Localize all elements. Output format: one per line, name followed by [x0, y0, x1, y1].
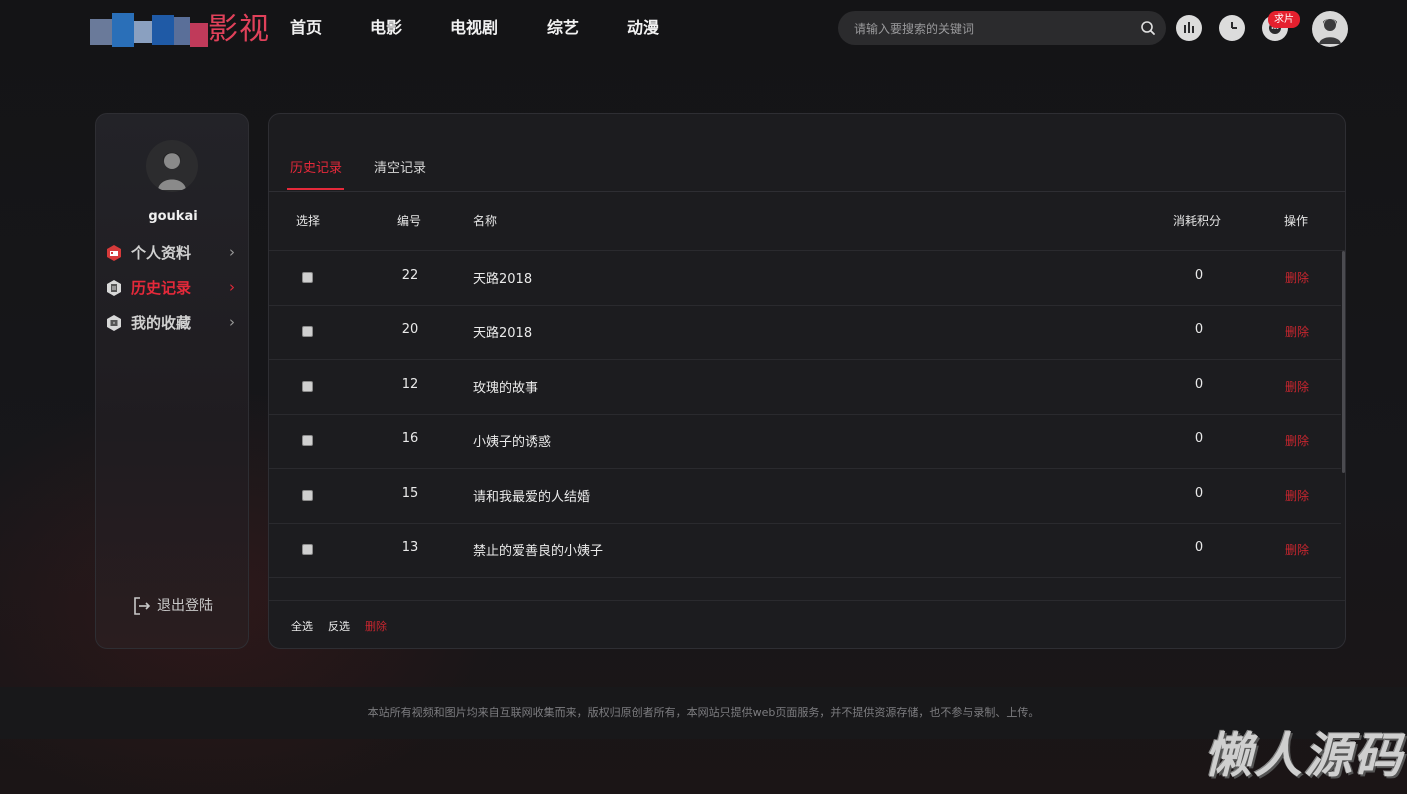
select-all-button[interactable]: 全选	[291, 618, 313, 634]
logo-text: 影视	[208, 12, 270, 47]
row-points: 0	[1194, 268, 1204, 283]
search-box	[838, 11, 1166, 47]
id-card-icon	[107, 245, 121, 261]
column-header-action: 操作	[1284, 214, 1309, 228]
chevron-right-icon: ›	[229, 278, 235, 296]
row-id: 20	[401, 322, 419, 337]
row-points: 0	[1194, 377, 1204, 392]
table-row: 20 天路2018 0 删除	[269, 305, 1341, 360]
tab-bar: 历史记录 清空记录	[269, 114, 1345, 192]
row-title[interactable]: 禁止的爱善良的小姨子	[473, 540, 603, 559]
table-row: 13 禁止的爱善良的小姨子 0 删除	[269, 523, 1341, 578]
nav-anime[interactable]: 动漫	[627, 16, 659, 40]
row-points: 0	[1194, 322, 1204, 337]
request-badge[interactable]: 求片	[1268, 11, 1300, 28]
chevron-right-icon: ›	[229, 243, 235, 261]
row-id: 13	[401, 540, 419, 555]
nav-home[interactable]: 首页	[290, 16, 322, 40]
profile-avatar	[146, 140, 198, 192]
search-icon[interactable]	[1140, 20, 1156, 36]
chevron-right-icon: ›	[229, 313, 235, 331]
user-avatar[interactable]	[1312, 11, 1348, 47]
tab-history[interactable]: 历史记录	[290, 157, 342, 176]
row-points: 0	[1194, 486, 1204, 501]
favorites-icon	[107, 315, 121, 331]
nav-variety[interactable]: 综艺	[547, 16, 579, 40]
column-header-select: 选择	[296, 214, 321, 228]
sidebar-item-favorites[interactable]: 我的收藏 ›	[105, 311, 245, 335]
row-checkbox[interactable]	[302, 381, 313, 392]
column-header-name: 名称	[473, 214, 498, 228]
sidebar-item-label: 个人资料	[131, 244, 192, 262]
row-checkbox[interactable]	[302, 272, 313, 283]
invert-selection-button[interactable]: 反选	[328, 618, 350, 634]
row-id: 15	[401, 486, 419, 501]
table-row: 16 小姨子的诱惑 0 删除	[269, 414, 1341, 469]
row-points: 0	[1194, 540, 1204, 555]
history-doc-icon	[107, 280, 121, 296]
row-title[interactable]: 请和我最爱的人结婚	[473, 486, 590, 505]
search-input[interactable]	[852, 11, 1126, 47]
table-row: 15 请和我最爱的人结婚 0 删除	[269, 469, 1341, 524]
table-row: 22 天路2018 0 删除	[269, 251, 1341, 306]
history-clock-icon[interactable]	[1219, 15, 1245, 41]
row-checkbox[interactable]	[302, 544, 313, 555]
sidebar-item-profile[interactable]: 个人资料 ›	[105, 241, 245, 265]
row-points: 0	[1194, 431, 1204, 446]
row-checkbox[interactable]	[302, 490, 313, 501]
column-header-id: 编号	[397, 214, 422, 228]
top-header: 影视 首页 电影 电视剧 综艺 动漫 求	[0, 0, 1407, 58]
sidebar-item-history[interactable]: 历史记录 ›	[105, 276, 245, 300]
nav-tv-series[interactable]: 电视剧	[450, 16, 498, 40]
row-delete-button[interactable]: 删除	[1285, 269, 1309, 286]
row-title[interactable]: 天路2018	[473, 268, 532, 287]
active-tab-indicator	[287, 188, 344, 190]
watermark-text: 懒人源码	[1204, 728, 1405, 784]
sidebar-item-label: 我的收藏	[131, 314, 192, 332]
username: goukai	[148, 209, 198, 224]
logout-icon	[134, 597, 151, 615]
row-id: 12	[401, 377, 419, 392]
row-delete-button[interactable]: 删除	[1285, 541, 1309, 558]
table-row: 12 玫瑰的故事 0 删除	[269, 360, 1341, 415]
nav-movies[interactable]: 电影	[370, 16, 402, 40]
delete-selected-button[interactable]: 删除	[365, 618, 387, 634]
row-title[interactable]: 玫瑰的故事	[473, 377, 538, 396]
logout-label: 退出登陆	[157, 598, 213, 614]
table-scrollbar[interactable]	[1342, 251, 1345, 473]
table-header: 选择 编号 名称 消耗积分 操作	[269, 192, 1345, 251]
row-delete-button[interactable]: 删除	[1285, 487, 1309, 504]
row-id: 16	[401, 431, 419, 446]
table-footer-divider	[269, 600, 1345, 601]
row-id: 22	[401, 268, 419, 283]
row-title[interactable]: 天路2018	[473, 322, 532, 341]
site-logo[interactable]: 影视	[90, 10, 280, 50]
history-panel: 历史记录 清空记录 选择 编号 名称 消耗积分 操作 22 天路2018 0 删…	[268, 113, 1346, 649]
row-delete-button[interactable]: 删除	[1285, 323, 1309, 340]
row-title[interactable]: 小姨子的诱惑	[473, 431, 551, 450]
user-sidebar: goukai 个人资料 › 历史记录 › 我的收藏 › 退出登陆	[95, 113, 249, 649]
row-delete-button[interactable]: 删除	[1285, 432, 1309, 449]
row-delete-button[interactable]: 删除	[1285, 378, 1309, 395]
sidebar-item-label: 历史记录	[131, 279, 192, 297]
tab-clear-history[interactable]: 清空记录	[374, 157, 426, 176]
ranking-icon[interactable]	[1176, 15, 1202, 41]
copyright-notice: 本站所有视频和图片均来自互联网收集而来，版权归原创者所有，本网站只提供web页面…	[0, 687, 1407, 739]
row-checkbox[interactable]	[302, 435, 313, 446]
logo-mosaic	[90, 13, 208, 47]
row-checkbox[interactable]	[302, 326, 313, 337]
logout-button[interactable]: 退出登陆	[132, 595, 232, 619]
column-header-points: 消耗积分	[1173, 214, 1222, 228]
